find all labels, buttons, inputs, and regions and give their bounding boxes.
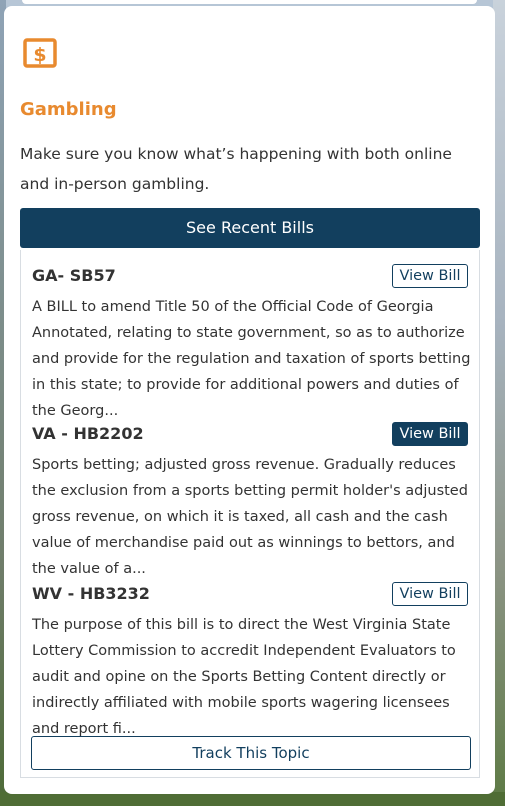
bill-item: WV - HB3232 View Bill The purpose of thi… xyxy=(32,582,472,742)
topic-title: Gambling xyxy=(20,99,117,120)
see-recent-bills-button[interactable]: See Recent Bills xyxy=(20,208,480,248)
previous-card-edge xyxy=(22,0,477,4)
topic-card: $ Gambling Make sure you know what’s hap… xyxy=(4,6,495,794)
bill-item: VA - HB2202 View Bill Sports betting; ad… xyxy=(32,422,472,582)
bills-list: GA- SB57 View Bill A BILL to amend Title… xyxy=(20,250,480,778)
bill-summary: A BILL to amend Title 50 of the Official… xyxy=(32,299,471,419)
view-bill-button[interactable]: View Bill xyxy=(392,582,468,606)
view-bill-button[interactable]: View Bill xyxy=(392,264,468,288)
dollar-icon: $ xyxy=(22,37,58,69)
topic-description: Make sure you know what’s happening with… xyxy=(20,145,452,193)
track-topic-button[interactable]: Track This Topic xyxy=(31,736,471,770)
svg-text:$: $ xyxy=(33,44,46,66)
view-bill-button[interactable]: View Bill xyxy=(392,422,468,446)
bill-summary: Sports betting; adjusted gross revenue. … xyxy=(32,457,468,577)
bill-item: GA- SB57 View Bill A BILL to amend Title… xyxy=(32,264,472,424)
bill-summary: The purpose of this bill is to direct th… xyxy=(32,617,456,737)
background-bottom xyxy=(0,792,505,806)
